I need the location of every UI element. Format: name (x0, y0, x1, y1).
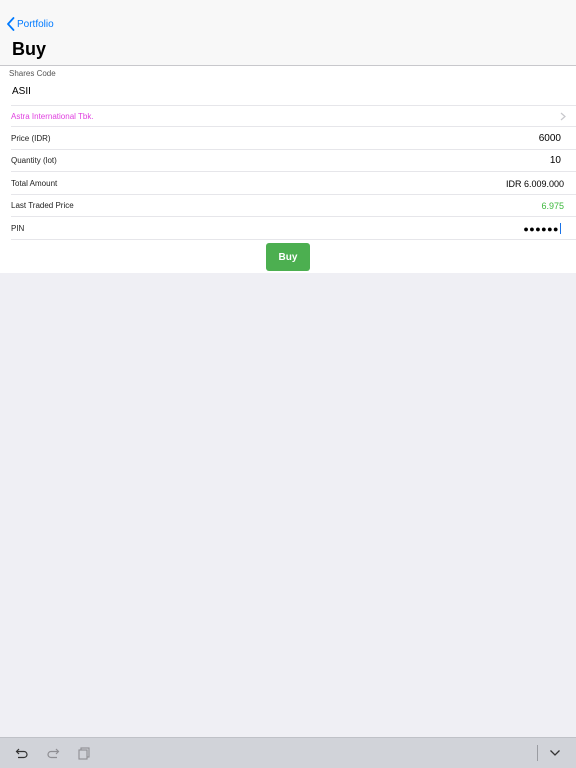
page-title: Buy (12, 39, 47, 59)
buy-button[interactable]: Buy (266, 243, 310, 271)
quantity-row: Quantity (lot) (11, 150, 576, 172)
last-traded-price-row: Last Traded Price 6.975 (11, 195, 576, 217)
redo-icon[interactable] (46, 746, 60, 760)
back-button[interactable]: Portfolio (6, 15, 54, 33)
quantity-label: Quantity (lot) (11, 156, 57, 165)
buy-form: Shares Code Astra International Tbk. Pri… (0, 66, 576, 273)
chevron-left-icon (7, 17, 15, 31)
shares-code-input[interactable] (12, 83, 552, 99)
chevron-right-icon (560, 112, 566, 121)
pin-label: PIN (11, 224, 25, 233)
company-row[interactable]: Astra International Tbk. (11, 105, 576, 127)
last-traded-price-value: 6.975 (541, 200, 564, 211)
pin-field[interactable]: ●●●●●● (523, 223, 561, 234)
company-name: Astra International Tbk. (11, 111, 94, 121)
last-traded-price-label: Last Traded Price (11, 201, 74, 210)
total-amount-row: Total Amount IDR 6.009.000 (11, 173, 576, 195)
dismiss-keyboard-icon[interactable] (548, 746, 562, 760)
pin-row: PIN ●●●●●● (11, 218, 576, 240)
separator (537, 745, 538, 761)
navigation-bar: Portfolio Buy (0, 0, 576, 66)
price-input[interactable] (441, 133, 561, 144)
text-cursor (560, 223, 561, 234)
paste-icon[interactable] (77, 746, 91, 760)
price-label: Price (IDR) (11, 134, 51, 143)
total-amount-value: IDR 6.009.000 (505, 178, 564, 189)
price-row: Price (IDR) (11, 128, 576, 150)
keyboard-shortcut-bar (0, 737, 576, 768)
total-amount-label: Total Amount (11, 179, 58, 188)
pin-mask: ●●●●●● (523, 223, 559, 234)
shares-code-label: Shares Code (9, 69, 56, 78)
back-button-label: Portfolio (17, 18, 54, 30)
undo-icon[interactable] (15, 746, 29, 760)
quantity-input[interactable] (441, 155, 561, 166)
